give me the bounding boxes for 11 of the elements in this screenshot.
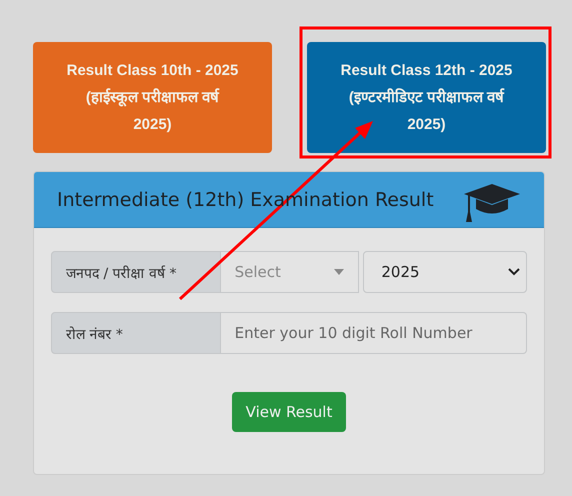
result-button[interactable]: Result Class 10th - 2025 (हाईस्कूल परीक्षाफल वर्ष 2025) <box>33 42 272 153</box>
roll-number-field[interactable]: Enter your 10 digit Roll Number <box>220 312 527 354</box>
dropdown-caret-icon <box>334 269 344 275</box>
view-result-button[interactable]: View Result <box>232 392 346 432</box>
graduation-cap-icon <box>462 182 522 224</box>
result-button[interactable]: Result Class 12th - 2025 (इण्टरमीडिएट परीक्षाफल वर्ष 2025) <box>307 42 546 153</box>
field-label: जनपद / परीक्षा वर्ष * <box>51 251 221 293</box>
field-label: रोल नंबर * <box>51 312 221 354</box>
year-select[interactable]: 2025 <box>363 251 528 293</box>
district-select[interactable]: Select <box>220 251 360 293</box>
chevron-down-icon <box>508 268 520 276</box>
